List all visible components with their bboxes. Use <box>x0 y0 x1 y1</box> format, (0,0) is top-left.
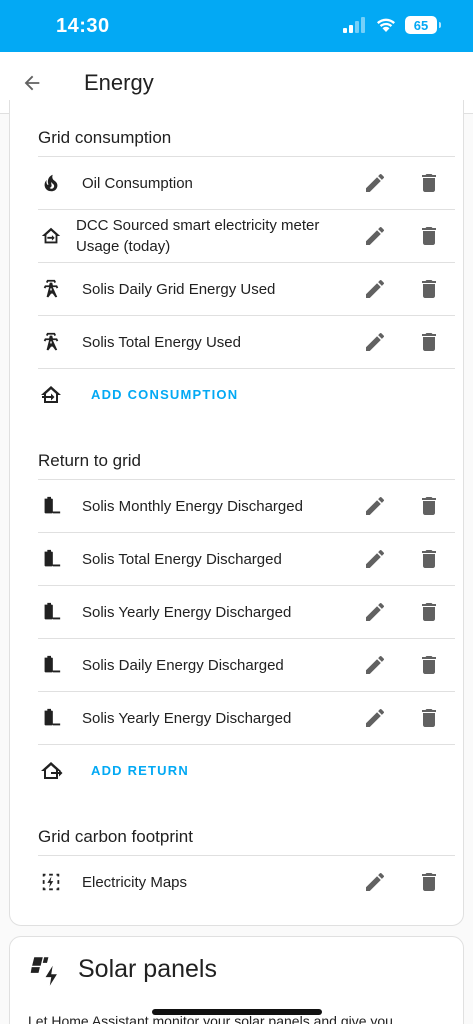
list-item: Solis Yearly Energy Discharged <box>38 585 455 638</box>
trash-icon <box>422 603 436 621</box>
trash-icon <box>422 497 436 515</box>
list-item: Solis Daily Grid Energy Used <box>38 262 455 315</box>
trash-icon <box>422 174 436 192</box>
back-button[interactable] <box>18 69 46 97</box>
item-label: DCC Sourced smart electricity meter Usag… <box>76 215 319 257</box>
item-label: Electricity Maps <box>82 874 188 891</box>
arrow-left-icon <box>24 75 40 91</box>
page-title: Energy <box>84 70 154 95</box>
pencil-icon <box>366 332 385 351</box>
list-item: Solis Monthly Energy Discharged <box>38 479 455 532</box>
transmission-tower-icon <box>38 276 64 302</box>
battery-indicator: 65 <box>405 16 441 34</box>
trash-icon <box>422 227 436 245</box>
solar-title: Solar panels <box>78 955 217 983</box>
status-icons: 65 <box>343 16 441 34</box>
edit-button[interactable] <box>362 546 388 572</box>
item-label-line2: Usage (today) <box>76 238 171 255</box>
pencil-icon <box>366 496 385 515</box>
battery-minus-icon <box>38 705 64 731</box>
home-import-icon <box>38 223 64 249</box>
edit-button[interactable] <box>362 170 388 196</box>
trash-icon <box>422 873 436 891</box>
delete-button[interactable] <box>416 170 442 196</box>
trash-icon <box>422 333 436 351</box>
delete-button[interactable] <box>416 276 442 302</box>
pencil-icon <box>366 602 385 621</box>
edit-button[interactable] <box>362 599 388 625</box>
delete-button[interactable] <box>416 493 442 519</box>
pencil-icon <box>366 872 385 891</box>
add-consumption-label: ADD CONSUMPTION <box>91 387 239 402</box>
grid-card: Grid consumption Oil Consumption DCC Sou… <box>9 100 464 926</box>
transmission-tower-icon <box>38 329 64 355</box>
home-export-icon <box>38 758 64 784</box>
pencil-icon <box>366 226 385 245</box>
wifi-icon <box>377 18 395 32</box>
pencil-icon <box>366 279 385 298</box>
edit-button[interactable] <box>362 276 388 302</box>
list-item: Solis Total Energy Discharged <box>38 532 455 585</box>
section-title-return-to-grid: Return to grid <box>38 451 141 470</box>
item-label: Solis Yearly Energy Discharged <box>82 604 292 621</box>
item-label: Solis Total Energy Used <box>82 334 241 351</box>
lightning-dashed-icon <box>38 869 64 895</box>
item-label: Solis Daily Energy Discharged <box>82 657 284 674</box>
trash-icon <box>422 550 436 568</box>
list-item: Oil Consumption <box>38 156 455 209</box>
edit-button[interactable] <box>362 652 388 678</box>
battery-minus-icon <box>38 652 64 678</box>
list-item: Solis Total Energy Used <box>38 315 455 368</box>
battery-minus-icon <box>38 599 64 625</box>
add-return-button[interactable]: ADD RETURN <box>38 744 455 797</box>
item-label-line1: DCC Sourced smart electricity meter <box>76 217 320 234</box>
cellular-signal-icon <box>343 17 365 33</box>
battery-minus-icon <box>38 493 64 519</box>
home-import-icon <box>38 382 64 408</box>
item-label: Solis Monthly Energy Discharged <box>82 498 303 515</box>
list-item: Solis Yearly Energy Discharged <box>38 691 455 744</box>
pencil-icon <box>366 708 385 727</box>
section-title-grid-carbon: Grid carbon footprint <box>38 827 193 846</box>
delete-button[interactable] <box>416 546 442 572</box>
pencil-icon <box>366 549 385 568</box>
home-indicator[interactable] <box>152 1009 322 1015</box>
delete-button[interactable] <box>416 223 442 249</box>
trash-icon <box>422 280 436 298</box>
pencil-icon <box>366 173 385 192</box>
edit-button[interactable] <box>362 223 388 249</box>
item-label: Solis Yearly Energy Discharged <box>82 710 292 727</box>
delete-button[interactable] <box>416 705 442 731</box>
list-item: Solis Daily Energy Discharged <box>38 638 455 691</box>
delete-button[interactable] <box>416 599 442 625</box>
delete-button[interactable] <box>416 652 442 678</box>
add-consumption-button[interactable]: ADD CONSUMPTION <box>38 368 455 421</box>
status-time: 14:30 <box>56 15 110 37</box>
status-bar: 14:30 65 <box>0 0 473 52</box>
list-item: DCC Sourced smart electricity meter Usag… <box>38 209 455 262</box>
item-label: Oil Consumption <box>82 175 193 192</box>
delete-button[interactable] <box>416 329 442 355</box>
edit-button[interactable] <box>362 869 388 895</box>
list-item: Electricity Maps <box>38 855 455 908</box>
item-label: Solis Total Energy Discharged <box>82 551 282 568</box>
item-label: Solis Daily Grid Energy Used <box>82 281 276 298</box>
solar-power-icon <box>30 957 57 986</box>
edit-button[interactable] <box>362 705 388 731</box>
edit-button[interactable] <box>362 329 388 355</box>
pencil-icon <box>366 655 385 674</box>
delete-button[interactable] <box>416 869 442 895</box>
trash-icon <box>422 709 436 727</box>
section-title-grid-consumption: Grid consumption <box>38 128 172 147</box>
edit-button[interactable] <box>362 493 388 519</box>
add-return-label: ADD RETURN <box>91 763 189 778</box>
fire-icon <box>38 170 64 196</box>
battery-minus-icon <box>38 546 64 572</box>
trash-icon <box>422 656 436 674</box>
